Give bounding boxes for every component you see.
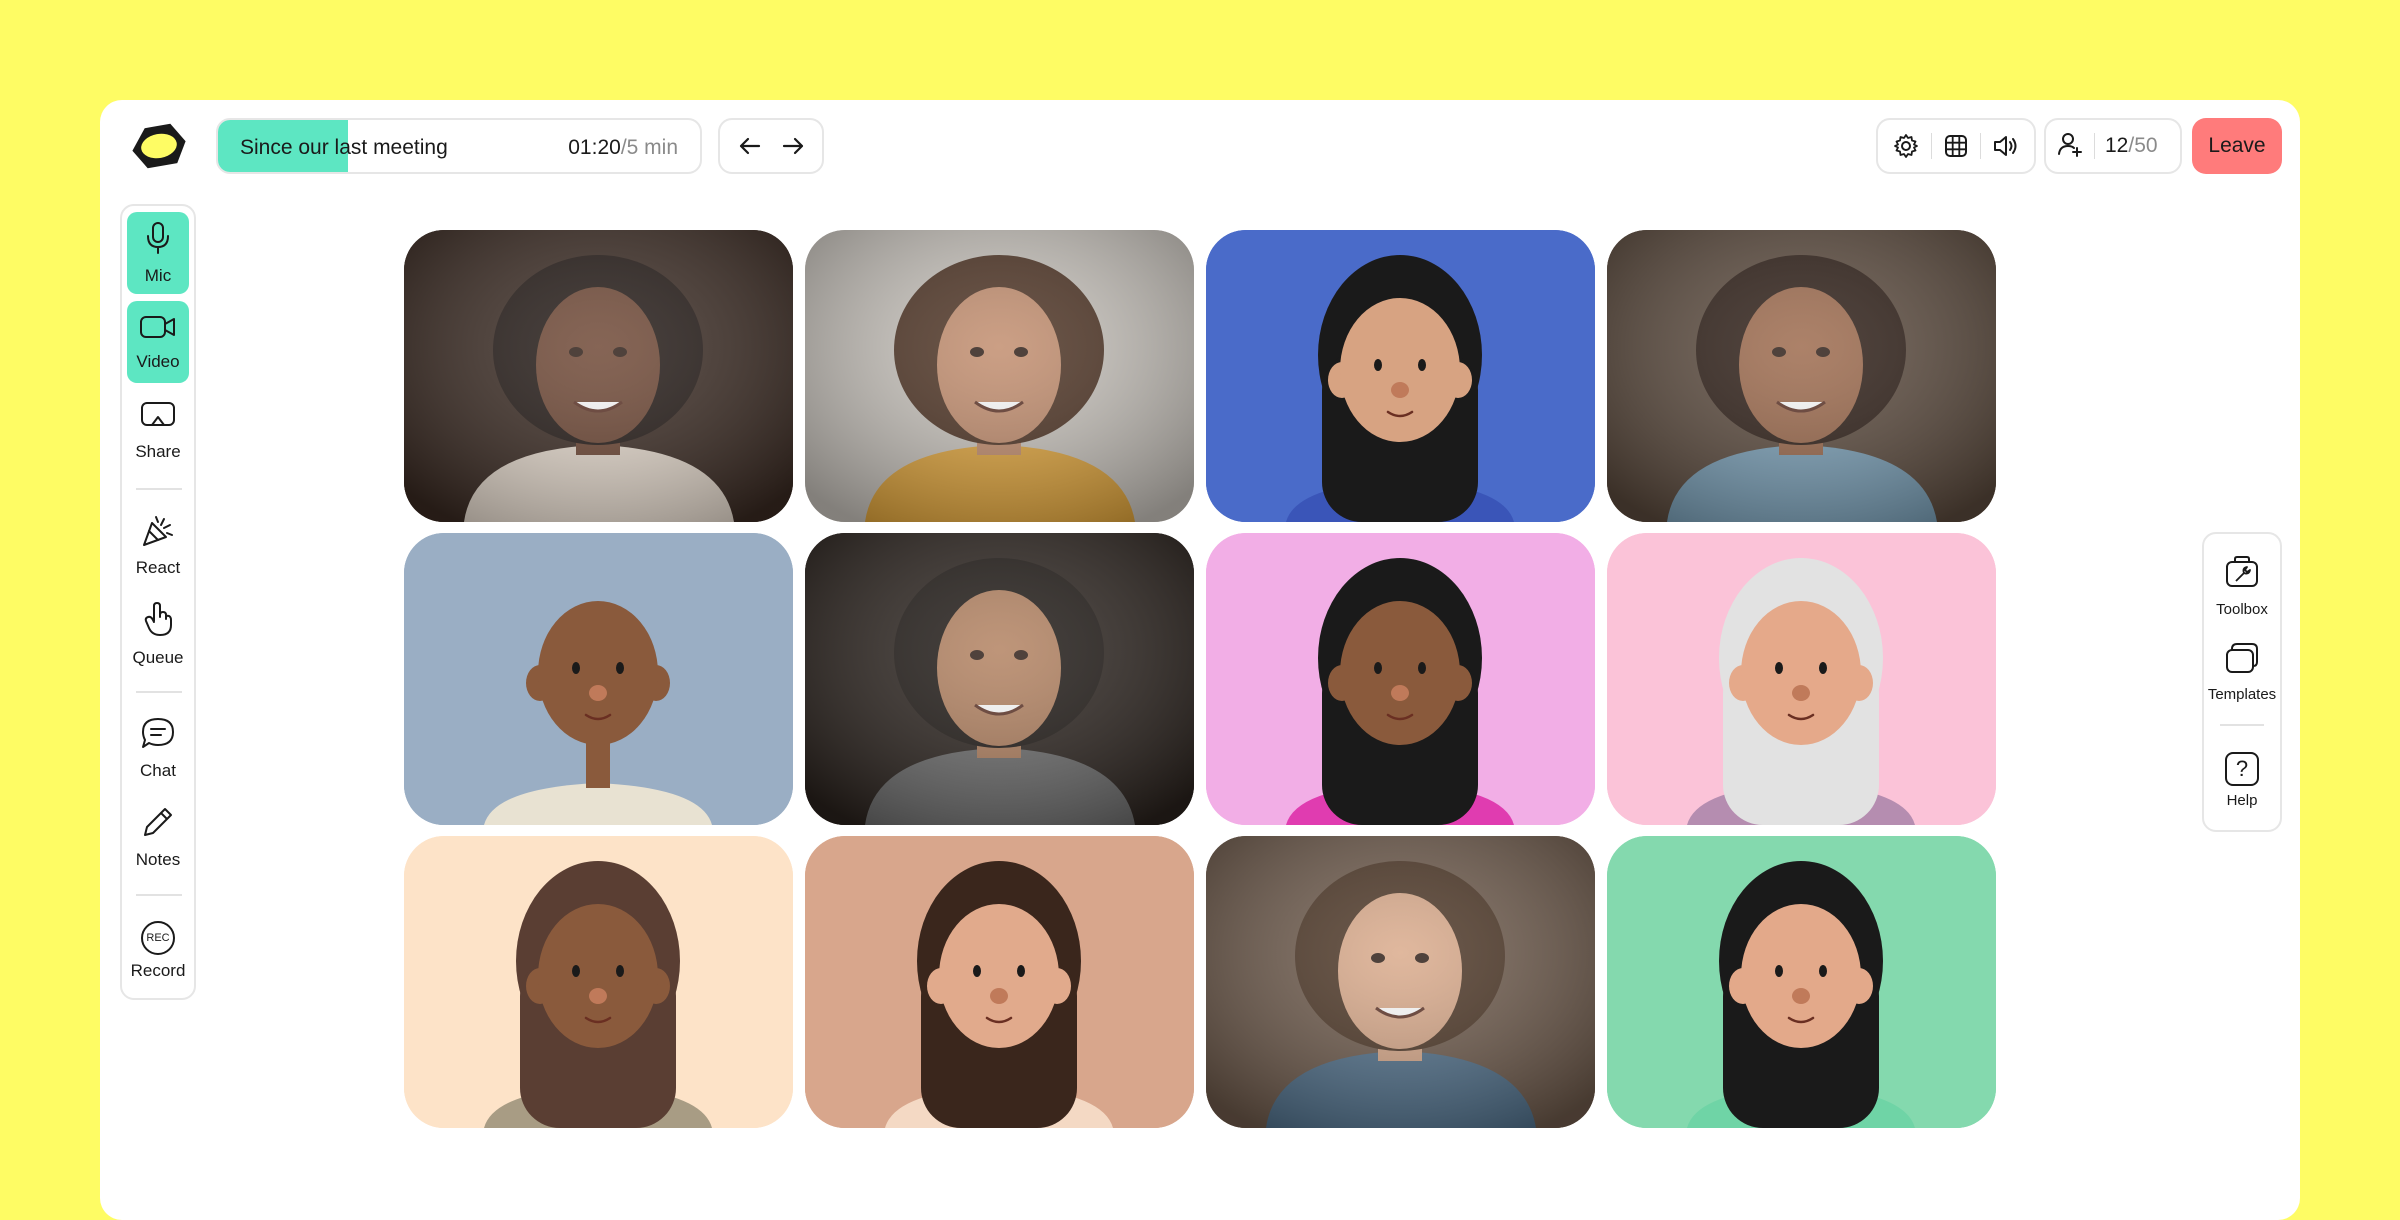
participant-video-tile[interactable] (805, 230, 1194, 522)
grid-icon[interactable] (1936, 126, 1976, 166)
arrow-right-icon[interactable] (775, 128, 811, 164)
view-tools (1876, 118, 2036, 174)
divider (136, 691, 182, 693)
participant-photo (805, 533, 1194, 825)
notes-label: Notes (135, 849, 181, 869)
toolbox-button[interactable]: Toolbox (2208, 548, 2276, 624)
mic-button[interactable]: Mic (127, 212, 189, 294)
timer-readout: 01:20/5 min (568, 136, 678, 160)
templates-label: Templates (2207, 686, 2277, 703)
divider (136, 894, 182, 896)
gear-icon[interactable] (1886, 126, 1926, 166)
agenda-title: Since our last meeting (240, 136, 448, 159)
right-toolbar: Toolbox Templates ? Help (2202, 532, 2282, 832)
participant-avatar (805, 836, 1194, 1128)
participant-video-tile[interactable] (1607, 230, 1996, 522)
video-label: Video (136, 351, 180, 371)
left-toolbar: Mic Video Share React Queue Chat Notes R… (120, 204, 196, 1000)
agenda-navigation (718, 118, 824, 174)
arrow-left-icon[interactable] (732, 128, 768, 164)
divider (2220, 724, 2264, 726)
participant-video-tile[interactable] (1607, 836, 1996, 1128)
participant-video-tile[interactable] (404, 533, 793, 825)
camera-icon (139, 313, 177, 346)
participant-photo (404, 230, 793, 522)
participant-photo (805, 230, 1194, 522)
help-label: Help (2226, 791, 2258, 809)
record-icon: REC (141, 921, 175, 955)
party-popper-icon (140, 513, 176, 552)
participant-video-tile[interactable] (1206, 533, 1595, 825)
queue-button[interactable]: Queue (127, 593, 189, 675)
react-label: React (135, 557, 181, 577)
video-grid (404, 230, 1996, 1128)
participant-count: 12/50 (2105, 134, 2158, 158)
participant-video-tile[interactable] (805, 533, 1194, 825)
participant-avatar (1206, 230, 1595, 522)
video-button[interactable]: Video (127, 301, 189, 383)
participant-avatar (404, 533, 793, 825)
microphone-icon (143, 221, 173, 260)
participant-max: /50 (2128, 134, 2158, 157)
templates-button[interactable]: Templates (2208, 634, 2276, 710)
chat-bubble-icon (140, 716, 176, 755)
queue-label: Queue (132, 647, 184, 667)
participant-photo (1607, 230, 1996, 522)
participant-video-tile[interactable] (1607, 533, 1996, 825)
participant-avatar (404, 836, 793, 1128)
record-button[interactable]: REC Record (127, 910, 189, 992)
participant-video-tile[interactable] (1206, 230, 1595, 522)
toolbox-label: Toolbox (2216, 601, 2268, 618)
leave-button[interactable]: Leave (2192, 118, 2282, 174)
raised-hand-icon (142, 601, 174, 642)
toolbox-icon (2224, 554, 2260, 595)
divider (1930, 133, 1932, 159)
participant-video-tile[interactable] (404, 836, 793, 1128)
participant-avatar (1607, 836, 1996, 1128)
help-button[interactable]: ? Help (2208, 742, 2276, 818)
agenda-timer[interactable]: Since our last meeting 01:20/5 min (216, 118, 702, 174)
notes-button[interactable]: Notes (127, 796, 189, 878)
add-user-icon[interactable] (2056, 130, 2084, 163)
react-button[interactable]: React (127, 504, 189, 586)
participant-video-tile[interactable] (805, 836, 1194, 1128)
logo-icon (130, 122, 188, 170)
participant-avatar (1206, 533, 1595, 825)
divider (2094, 133, 2095, 159)
speaker-icon[interactable] (1986, 126, 2026, 166)
divider (136, 488, 182, 490)
participant-video-tile[interactable] (1206, 836, 1595, 1128)
help-icon: ? (2225, 751, 2259, 786)
share-label: Share (135, 441, 181, 461)
mic-label: Mic (144, 265, 172, 285)
record-badge: REC (146, 932, 170, 944)
chat-label: Chat (140, 760, 176, 780)
screen-share-icon (140, 401, 176, 436)
timer-total: /5 min (620, 136, 678, 159)
chat-button[interactable]: Chat (127, 707, 189, 789)
share-button[interactable]: Share (127, 390, 189, 472)
timer-elapsed: 01:20 (568, 136, 621, 159)
participant-current: 12 (2105, 134, 2129, 157)
meeting-window: Since our last meeting 01:20/5 min 12/50… (100, 100, 2300, 1220)
pencil-icon (141, 805, 175, 844)
participant-photo (1206, 836, 1595, 1128)
templates-icon (2224, 641, 2260, 680)
help-glyph: ? (2235, 755, 2249, 781)
participant-avatar (1607, 533, 1996, 825)
participant-video-tile[interactable] (404, 230, 793, 522)
participants-counter[interactable]: 12/50 (2044, 118, 2182, 174)
divider (1980, 133, 1982, 159)
record-label: Record (130, 961, 186, 980)
